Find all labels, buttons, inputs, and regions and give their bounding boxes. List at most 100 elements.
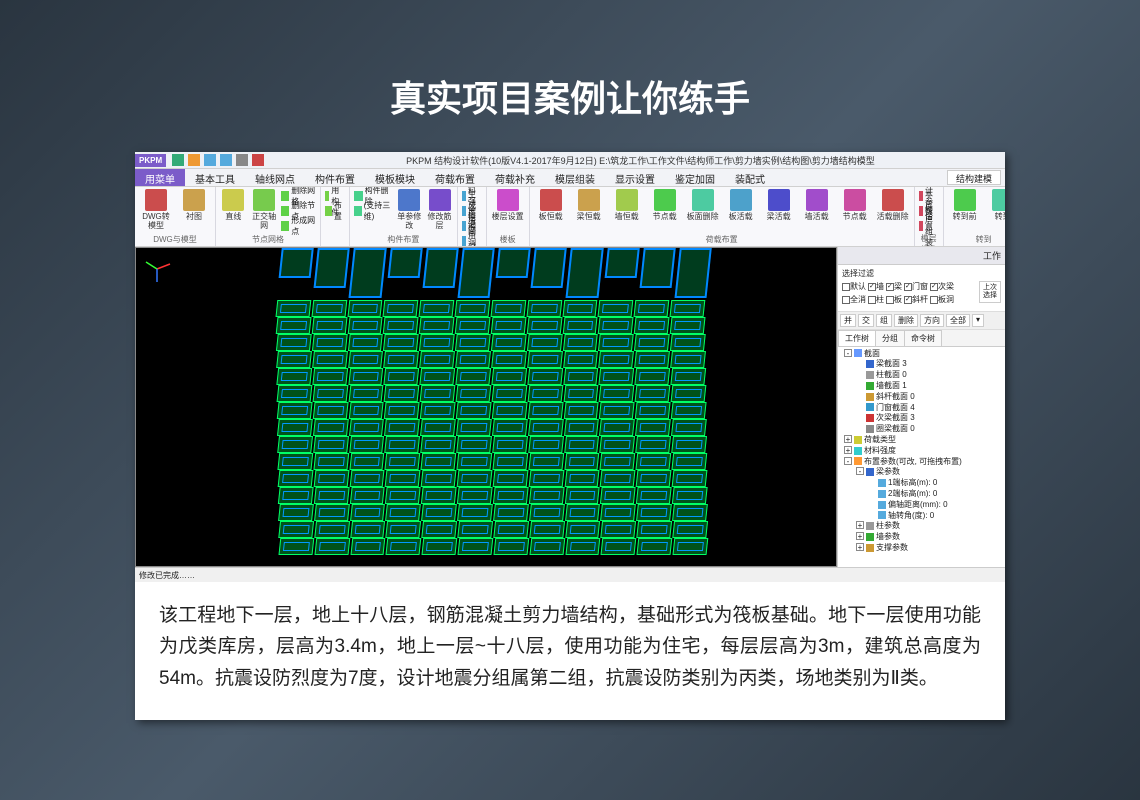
tree-node[interactable]: +柱参数 xyxy=(840,521,1003,532)
ribbon-item-板面删除[interactable]: 板面删除 xyxy=(686,189,720,222)
cmd-icon xyxy=(462,236,466,246)
ribbon-item-修改筋层[interactable]: 修改筋层 xyxy=(426,189,452,231)
filter-checkbox-斜杆[interactable] xyxy=(904,296,912,304)
ribbon-item-(支持三维)[interactable]: (支持三维) xyxy=(354,204,392,218)
tree-node[interactable]: -布置参数(可改, 可拖拽布置) xyxy=(840,457,1003,468)
cmd-icon xyxy=(325,206,332,216)
qat-save-icon[interactable] xyxy=(172,154,184,166)
ribbon-group-3: 构件删除(支持三维)单参修改修改筋层构件布置 xyxy=(350,187,458,246)
ribbon-item-DWG转模型[interactable]: DWG转模型 xyxy=(139,189,173,231)
ribbon-item-梁活载[interactable]: 梁活载 xyxy=(762,189,796,222)
ribbon-item-形成网点[interactable]: 形成网点 xyxy=(281,219,316,233)
tab-worktree[interactable]: 工作树 xyxy=(838,330,876,346)
qat-undo-icon[interactable] xyxy=(204,154,216,166)
tab-0[interactable]: 用菜单 xyxy=(135,169,185,186)
group-label: 模层组装 xyxy=(919,233,939,247)
toolbtn-全部[interactable]: 全部 xyxy=(946,314,970,327)
ribbon-item-正交轴网[interactable]: 正交轴网 xyxy=(251,189,278,231)
tab-7[interactable]: 模层组装 xyxy=(545,169,605,186)
tree-node[interactable]: -截面 xyxy=(840,349,1003,360)
ribbon-item-通用对齐[interactable]: 通用对齐 xyxy=(462,234,482,247)
tab-cmd[interactable]: 命令树 xyxy=(904,330,942,346)
ribbon-item-节点载[interactable]: 节点载 xyxy=(648,189,682,222)
tree-node[interactable]: 次梁截面 3 xyxy=(840,413,1003,424)
ribbon-item-转到前[interactable]: 转到前 xyxy=(948,189,982,222)
toolbtn-交[interactable]: 交 xyxy=(858,314,874,327)
floor-14 xyxy=(277,538,709,555)
toolbtn-组[interactable]: 组 xyxy=(876,314,892,327)
panel-header: 工作 xyxy=(838,247,1005,265)
qat-refresh-icon[interactable] xyxy=(252,154,264,166)
ribbon-item-直线[interactable]: 直线 xyxy=(220,189,247,222)
tree-node[interactable]: +材料强度 xyxy=(840,446,1003,457)
filter-checkbox-梁[interactable] xyxy=(886,283,894,291)
tree-node[interactable]: 门窗截面 4 xyxy=(840,403,1003,414)
tab-group[interactable]: 分组 xyxy=(875,330,905,346)
mode-selector[interactable]: 结构建模 xyxy=(947,170,1001,185)
tree-node[interactable]: -梁参数 xyxy=(840,467,1003,478)
ribbon-item-活载删除[interactable]: 活载删除 xyxy=(876,189,910,222)
qat-open-icon[interactable] xyxy=(188,154,200,166)
filter-checkbox-墙[interactable] xyxy=(868,283,876,291)
ribbon-item-楼层设置[interactable]: 楼层设置 xyxy=(491,189,525,222)
ribbon-item-楼层组装[interactable]: 楼层组装 xyxy=(919,219,939,233)
ribbon-item-墙活载[interactable]: 墙活载 xyxy=(800,189,834,222)
floor-5 xyxy=(276,385,708,402)
filter-checkbox-门窗[interactable] xyxy=(904,283,912,291)
cmd-icon xyxy=(844,189,866,211)
tree-node[interactable]: 墙截面 1 xyxy=(840,381,1003,392)
ribbon-item-衬图[interactable]: 衬图 xyxy=(177,189,211,222)
ribbon-item-布置[interactable]: 布置 xyxy=(325,204,345,218)
3d-viewport[interactable] xyxy=(135,247,837,567)
tab-2[interactable]: 轴线网点 xyxy=(245,169,305,186)
tab-6[interactable]: 荷载补充 xyxy=(485,169,545,186)
tree-node[interactable]: 梁截面 3 xyxy=(840,359,1003,370)
tree-node[interactable]: 柱截面 0 xyxy=(840,370,1003,381)
tree-icon xyxy=(866,533,874,541)
filter-checkbox-全消[interactable] xyxy=(842,296,850,304)
ribbon-item-墙恒载[interactable]: 墙恒载 xyxy=(610,189,644,222)
tab-8[interactable]: 显示设置 xyxy=(605,169,665,186)
tree-label: 梁截面 3 xyxy=(876,359,907,368)
floor-12 xyxy=(277,504,709,521)
tree-node[interactable]: 斜杆截面 0 xyxy=(840,392,1003,403)
ribbon-item-转到[interactable]: 转到 xyxy=(986,189,1005,222)
page-title: 真实项目案例让你练手 xyxy=(0,0,1140,152)
tree-node[interactable]: 1端标高(m): 0 xyxy=(840,478,1003,489)
tree-label: 柱截面 0 xyxy=(876,370,907,379)
tree-node[interactable]: +支撑参数 xyxy=(840,543,1003,554)
toolbtn-方向[interactable]: 方向 xyxy=(920,314,944,327)
tab-9[interactable]: 鉴定加固 xyxy=(665,169,725,186)
tab-1[interactable]: 基本工具 xyxy=(185,169,245,186)
work-tree[interactable]: -截面梁截面 3 柱截面 0 墙截面 1斜杆截面 0门窗截面 4次梁截面 3圈梁截面… xyxy=(838,347,1005,567)
toolbtn-dropdown[interactable]: ▾ xyxy=(972,314,984,327)
qat-redo-icon[interactable] xyxy=(220,154,232,166)
qat-print-icon[interactable] xyxy=(236,154,248,166)
filter-checkbox-次梁[interactable] xyxy=(930,283,938,291)
tree-node[interactable]: +荷载类型 xyxy=(840,435,1003,446)
filter-checkbox-柱[interactable] xyxy=(868,296,876,304)
tab-5[interactable]: 荷载布置 xyxy=(425,169,485,186)
toolbtn-并[interactable]: 并 xyxy=(840,314,856,327)
filter-checkbox-板[interactable] xyxy=(886,296,894,304)
ribbon-item-节点载[interactable]: 节点载 xyxy=(838,189,872,222)
ribbon-group-5: 楼层设置楼板 xyxy=(487,187,530,246)
tree-node[interactable]: 轴转角(度): 0 xyxy=(840,511,1003,522)
toolbtn-删除[interactable]: 删除 xyxy=(894,314,918,327)
tree-label: 偏轴距离(mm): 0 xyxy=(888,500,948,509)
tree-node[interactable]: 偏轴距离(mm): 0 xyxy=(840,500,1003,511)
tab-10[interactable]: 装配式 xyxy=(725,169,775,186)
floor-4 xyxy=(275,368,707,385)
tab-3[interactable]: 构件布置 xyxy=(305,169,365,186)
filter-checkbox-默认[interactable] xyxy=(842,283,850,291)
tree-node[interactable]: +墙参数 xyxy=(840,532,1003,543)
tree-node[interactable]: 2端标高(m): 0 xyxy=(840,489,1003,500)
filter-checkbox-板洞[interactable] xyxy=(930,296,938,304)
ribbon-item-板恒载[interactable]: 板恒载 xyxy=(534,189,568,222)
tree-node[interactable]: 圈梁截面 0 xyxy=(840,424,1003,435)
ribbon-item-梁恒载[interactable]: 梁恒载 xyxy=(572,189,606,222)
ribbon-item-板活载[interactable]: 板活载 xyxy=(724,189,758,222)
ribbon-item-单参修改[interactable]: 单参修改 xyxy=(396,189,422,231)
tab-4[interactable]: 模板模块 xyxy=(365,169,425,186)
last-selection-button[interactable]: 上次 选择 xyxy=(979,281,1001,302)
